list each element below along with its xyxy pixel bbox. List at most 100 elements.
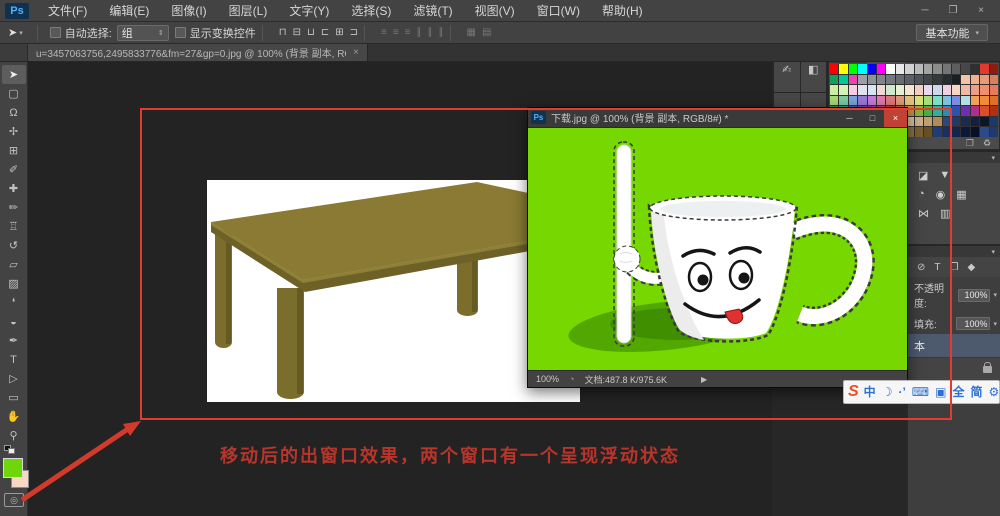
menu-select[interactable]: 选择(S) [340, 0, 402, 22]
color-swatch[interactable] [990, 64, 998, 74]
opacity-value[interactable]: 100% [958, 289, 991, 302]
color-swatch[interactable] [915, 64, 923, 74]
color-swatch[interactable] [980, 85, 988, 95]
color-swatch[interactable] [830, 96, 838, 106]
filter-pixel-icon[interactable]: ⊘ [917, 262, 925, 273]
color-swatch[interactable] [971, 64, 979, 74]
color-swatch[interactable] [896, 64, 904, 74]
color-swatch[interactable] [952, 117, 960, 127]
eyedropper-tool[interactable]: ✐ [2, 160, 26, 179]
menu-view[interactable]: 视图(V) [464, 0, 526, 22]
color-swatch[interactable] [980, 64, 988, 74]
current-tool-icon[interactable]: ➤ ▾ [0, 26, 31, 39]
distribute-hcenter-icon[interactable]: ∥ [428, 27, 433, 38]
color-swatch[interactable] [961, 106, 969, 116]
healing-brush-tool[interactable]: ✚ [2, 179, 26, 198]
menu-type[interactable]: 文字(Y) [278, 0, 340, 22]
align-vertical-centers-icon[interactable]: ⊟ [293, 27, 301, 38]
new-swatch-icon[interactable]: ❐ [966, 138, 974, 149]
color-swatch[interactable] [849, 96, 857, 106]
color-swatch[interactable] [990, 106, 998, 116]
color-swatch[interactable] [915, 96, 923, 106]
color-swatch[interactable] [952, 85, 960, 95]
color-swatch[interactable] [868, 85, 876, 95]
color-swatch[interactable] [915, 106, 923, 116]
levels-adjustment-icon[interactable]: ◪ [918, 169, 928, 182]
color-swatch[interactable] [915, 127, 923, 137]
color-swatch[interactable] [952, 64, 960, 74]
color-swatch[interactable] [933, 127, 941, 137]
pen-tool[interactable]: ✒ [2, 331, 26, 350]
chevron-down-icon[interactable]: ▾ [993, 320, 997, 328]
color-swatch[interactable] [868, 64, 876, 74]
color-swatch[interactable] [990, 85, 998, 95]
color-swatch[interactable] [905, 64, 913, 74]
close-tab-icon[interactable]: × [353, 47, 359, 58]
color-swatch[interactable] [839, 64, 847, 74]
color-swatch[interactable] [830, 64, 838, 74]
color-swatch[interactable] [896, 96, 904, 106]
filter-shape-icon[interactable]: ❒ [950, 262, 959, 273]
status-arrow-icon[interactable]: ▶ [701, 375, 707, 384]
color-swatch[interactable] [849, 75, 857, 85]
minimize-button[interactable]: ─ [838, 108, 861, 127]
color-swatch[interactable] [943, 75, 951, 85]
show-transform-checkbox[interactable] [175, 27, 186, 38]
color-swatch[interactable] [839, 85, 847, 95]
filter-type-icon[interactable]: T [934, 262, 940, 273]
distribute-vcenter-icon[interactable]: ≡ [393, 27, 399, 38]
marquee-tool[interactable]: ▢ [2, 84, 26, 103]
restore-button[interactable]: ❐ [940, 4, 966, 18]
color-swatch[interactable] [943, 127, 951, 137]
color-swatch[interactable] [933, 64, 941, 74]
color-swatch[interactable] [915, 117, 923, 127]
distribute-right-icon[interactable]: ∥ [439, 27, 444, 38]
color-swatch[interactable] [933, 96, 941, 106]
move-tool[interactable]: ➤ [2, 65, 26, 84]
lasso-tool[interactable]: Ω [2, 103, 26, 122]
color-swatch[interactable] [839, 96, 847, 106]
color-swatch[interactable] [830, 75, 838, 85]
menu-filter[interactable]: 滤镜(T) [402, 0, 463, 22]
color-swatch[interactable] [990, 75, 998, 85]
color-swatch[interactable] [971, 117, 979, 127]
color-swatch[interactable] [839, 75, 847, 85]
color-swatch[interactable] [971, 106, 979, 116]
ime-keyboard-icon[interactable]: ⌨ [912, 386, 929, 398]
color-swatch[interactable] [877, 96, 885, 106]
color-swatch[interactable] [924, 75, 932, 85]
hand-tool[interactable]: ✋ [2, 407, 26, 426]
sogou-logo[interactable]: S [848, 384, 859, 400]
maximize-button[interactable]: □ [861, 108, 884, 127]
color-swatch[interactable] [961, 64, 969, 74]
ime-mode-chinese[interactable]: 中 [864, 386, 876, 398]
color-swatch[interactable] [877, 64, 885, 74]
ime-simplified[interactable]: 简 [970, 386, 982, 398]
black-white-adjustment-icon[interactable]: ▦ [956, 188, 966, 201]
align-left-edges-icon[interactable]: ⊏ [321, 27, 329, 38]
color-swatch[interactable] [896, 85, 904, 95]
color-swatch[interactable] [952, 106, 960, 116]
path-selection-tool[interactable]: ▷ [2, 369, 26, 388]
foreground-color-swatch[interactable] [3, 458, 23, 478]
menu-layer[interactable]: 图层(L) [218, 0, 279, 22]
distribute-top-icon[interactable]: ≡ [381, 27, 387, 38]
clone-stamp-tool[interactable]: ♖ [2, 217, 26, 236]
menu-file[interactable]: 文件(F) [37, 0, 98, 22]
color-swatch[interactable] [943, 117, 951, 127]
color-swatch[interactable] [961, 117, 969, 127]
close-button[interactable]: × [884, 108, 907, 127]
color-swatch[interactable] [933, 85, 941, 95]
delete-swatch-icon[interactable]: ♻ [983, 138, 991, 149]
color-swatch[interactable] [830, 85, 838, 95]
eraser-tool[interactable]: ▱ [2, 255, 26, 274]
default-colors-icon[interactable] [4, 445, 16, 455]
color-swatch[interactable] [905, 96, 913, 106]
color-swatch[interactable] [858, 64, 866, 74]
document-tab[interactable]: u=3457063756,2495833776&fm=27&gp=0.jpg @… [28, 44, 368, 61]
minimize-button[interactable]: ─ [912, 4, 938, 18]
menu-image[interactable]: 图像(I) [160, 0, 217, 22]
align-horizontal-centers-icon[interactable]: ⊞ [335, 27, 343, 38]
color-swatch[interactable] [886, 64, 894, 74]
quick-selection-tool[interactable]: ✢ [2, 122, 26, 141]
